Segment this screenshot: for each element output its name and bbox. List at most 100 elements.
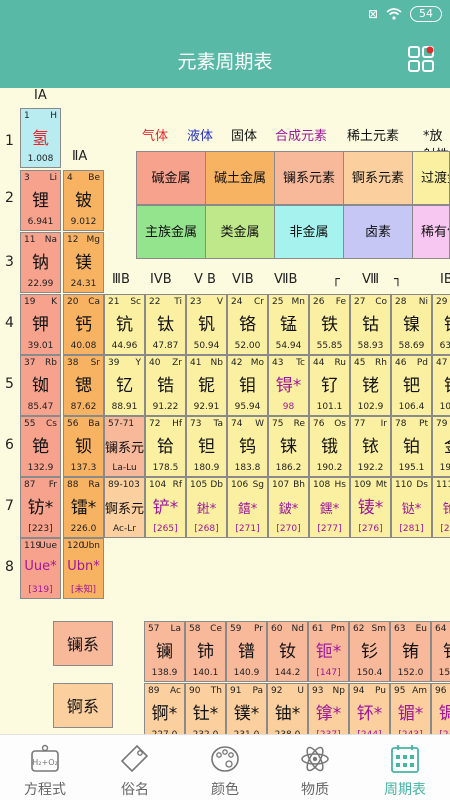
element-cell[interactable]: 45 Rh 铑 102.9 bbox=[350, 355, 391, 416]
element-cell[interactable]: 106 Sg 𨭎* [271] bbox=[227, 477, 268, 538]
element-name: 钐 bbox=[361, 642, 378, 662]
legend-nonmetal[interactable]: 非金属 bbox=[274, 205, 344, 259]
element-cell[interactable]: 24 Cr 铬 52.00 bbox=[227, 294, 268, 355]
element-mass: 87.62 bbox=[70, 402, 97, 412]
element-cell[interactable]: 110 Ds 𫟼* [281] bbox=[391, 477, 432, 538]
legend-actinide[interactable]: 锕系元素 bbox=[343, 151, 413, 205]
element-symbol: Sg bbox=[252, 480, 264, 490]
element-cell[interactable]: 64Gd钆157.3 bbox=[431, 621, 450, 682]
element-name: 铀* bbox=[274, 704, 301, 724]
element-cell[interactable]: 108 Hs 𨭆* [277] bbox=[309, 477, 350, 538]
element-cell[interactable]: 89-103 锕系元 Ac-Lr bbox=[104, 477, 145, 538]
element-cell[interactable]: 59 Pr 镨 140.9 bbox=[226, 621, 267, 682]
element-cell[interactable]: 23 V 钒 50.94 bbox=[186, 294, 227, 355]
element-cell[interactable]: 11 Na 钠 22.99 bbox=[20, 232, 61, 293]
element-name: 钆 bbox=[432, 637, 450, 662]
element-cell[interactable]: 56 Ba 钡 137.3 bbox=[63, 416, 104, 477]
element-cell[interactable]: 26 Fe 铁 55.85 bbox=[309, 294, 350, 355]
legend-halogen[interactable]: 卤素 bbox=[343, 205, 413, 259]
element-number: 4 bbox=[67, 173, 73, 183]
element-cell[interactable]: 37 Rb 铷 85.47 bbox=[20, 355, 61, 416]
element-cell[interactable]: 89Ac锕*227.0 bbox=[144, 683, 185, 734]
element-cell[interactable]: 73 Ta 钽 180.9 bbox=[186, 416, 227, 477]
element-mass: 55.85 bbox=[316, 341, 343, 351]
element-cell[interactable]: 55 Cs 铯 132.9 bbox=[20, 416, 61, 477]
element-cell[interactable]: 88 Ra 镭* 226.0 bbox=[63, 477, 104, 538]
element-cell[interactable]: 62 Sm 钐 150.4 bbox=[349, 621, 390, 682]
element-cell[interactable]: 60 Nd 钕 144.2 bbox=[267, 621, 308, 682]
element-cell[interactable]: 19 K 钾 39.01 bbox=[20, 294, 61, 355]
element-name: 钯 bbox=[403, 376, 420, 396]
element-cell[interactable]: 78 Pt 铂 195.1 bbox=[391, 416, 432, 477]
element-cell[interactable]: 105 Db 𨧀* [268] bbox=[186, 477, 227, 538]
element-cell[interactable]: 4 Be 铍 9.012 bbox=[63, 170, 104, 231]
tab-periodic-table[interactable]: 周期表 bbox=[360, 735, 450, 800]
element-mass: 195.1 bbox=[398, 463, 425, 473]
periodic-table[interactable]: 1 2 3 4 5 6 7 8 IA ⅡA ⅢB IVB V B VIB ⅦB … bbox=[0, 88, 450, 734]
element-cell[interactable]: 111Rg𬬭*[280] bbox=[432, 477, 450, 538]
element-cell[interactable]: 12 Mg 镁 24.31 bbox=[63, 232, 104, 293]
element-cell[interactable]: 63 Eu 铕 152.0 bbox=[390, 621, 431, 682]
element-cell[interactable]: 109 Mt 鿏* [276] bbox=[350, 477, 391, 538]
element-cell[interactable]: 3 Li 锂 6.941 bbox=[20, 170, 61, 231]
element-cell[interactable]: 28 Ni 镍 58.69 bbox=[391, 294, 432, 355]
tab-equation[interactable]: H₂+O₂ 方程式 bbox=[0, 735, 90, 800]
tab-color[interactable]: 颜色 bbox=[180, 735, 270, 800]
element-cell[interactable]: 75 Re 铼 186.2 bbox=[268, 416, 309, 477]
legend-alkali-metal[interactable]: 碱金属 bbox=[136, 151, 206, 205]
tab-common-name[interactable]: 俗名 bbox=[90, 735, 180, 800]
element-cell[interactable]: 87 Fr 钫* [223] bbox=[20, 477, 61, 538]
legend-metalloid[interactable]: 类金属 bbox=[205, 205, 275, 259]
element-cell[interactable]: 77 Ir 铱 192.2 bbox=[350, 416, 391, 477]
element-cell[interactable]: 104 Rf 铲* [265] bbox=[145, 477, 186, 538]
element-cell[interactable]: 43 Tc 锝* 98 bbox=[268, 355, 309, 416]
element-cell[interactable]: 21 Sc 钪 44.96 bbox=[104, 294, 145, 355]
legend-alkaline-earth[interactable]: 碱土金属 bbox=[205, 151, 275, 205]
element-cell[interactable]: 57 La 镧 138.9 bbox=[144, 621, 185, 682]
element-cell[interactable]: 27 Co 钴 58.93 bbox=[350, 294, 391, 355]
element-cell[interactable]: 72 Hf 铪 178.5 bbox=[145, 416, 186, 477]
element-cell[interactable]: 61 Pm 钷* [147] bbox=[308, 621, 349, 682]
element-cell[interactable]: 94Pu钚*[244] bbox=[349, 683, 390, 734]
element-name: 铜 bbox=[433, 310, 450, 335]
element-cell[interactable]: 47Ag银107.9 bbox=[432, 355, 450, 416]
element-symbol: Tc bbox=[296, 358, 305, 368]
tab-substance[interactable]: 物质 bbox=[270, 735, 360, 800]
element-cell[interactable]: 22 Ti 钛 47.87 bbox=[145, 294, 186, 355]
element-number: 25 bbox=[272, 297, 284, 307]
calendar-grid-icon bbox=[391, 745, 419, 773]
element-cell[interactable]: 107 Bh 𨨏* [270] bbox=[268, 477, 309, 538]
element-cell[interactable]: 90Th钍*232.0 bbox=[185, 683, 226, 734]
element-cell[interactable]: 44 Ru 钌 101.1 bbox=[309, 355, 350, 416]
legend-noble-gas[interactable]: 稀有气体 bbox=[412, 205, 450, 259]
element-cell[interactable]: 46 Pd 钯 106.4 bbox=[391, 355, 432, 416]
element-symbol: Ba bbox=[88, 419, 100, 429]
element-cell[interactable]: 39 Y 钇 88.91 bbox=[104, 355, 145, 416]
element-cell[interactable]: 38 Sr 锶 87.62 bbox=[63, 355, 104, 416]
element-cell[interactable]: 40 Zr 锆 91.22 bbox=[145, 355, 186, 416]
element-cell[interactable]: 96Cm锔*[247] bbox=[431, 683, 450, 734]
element-cell[interactable]: 41 Nb 铌 92.91 bbox=[186, 355, 227, 416]
element-cell[interactable]: 93Np镎*[237] bbox=[308, 683, 349, 734]
element-cell[interactable]: 20 Ca 钙 40.08 bbox=[63, 294, 104, 355]
element-cell[interactable]: 92U铀*238.0 bbox=[267, 683, 308, 734]
element-cell[interactable]: 58 Ce 铈 140.1 bbox=[185, 621, 226, 682]
element-cell[interactable]: 91Pa镤*231.0 bbox=[226, 683, 267, 734]
element-cell[interactable]: 1 H 氢 1.008 bbox=[20, 108, 61, 168]
legend-main-group-metal[interactable]: 主族金属 bbox=[136, 205, 206, 259]
group-label-ib: IB bbox=[440, 272, 450, 287]
legend-lanthanide[interactable]: 镧系元素 bbox=[274, 151, 344, 205]
element-cell[interactable]: 79Au金197.0 bbox=[432, 416, 450, 477]
element-cell[interactable]: 76 Os 锇 190.2 bbox=[309, 416, 350, 477]
element-cell[interactable]: 119 Uue Uue* [319] bbox=[20, 538, 61, 599]
legend-transition-metal[interactable]: 过渡金属 bbox=[412, 151, 450, 205]
element-cell[interactable]: 25 Mn 锰 54.94 bbox=[268, 294, 309, 355]
element-cell[interactable]: 29Cu铜63.55 bbox=[432, 294, 450, 355]
legend-rare-earth: 稀土元素 bbox=[347, 129, 400, 144]
grid-menu-icon[interactable] bbox=[408, 46, 434, 72]
element-cell[interactable]: 74 W 钨 183.8 bbox=[227, 416, 268, 477]
element-cell[interactable]: 57-71 镧系元 La-Lu bbox=[104, 416, 145, 477]
element-cell[interactable]: 120 Ubn Ubn* [未知] bbox=[63, 538, 104, 599]
element-cell[interactable]: 42 Mo 钼 95.94 bbox=[227, 355, 268, 416]
element-cell[interactable]: 95Am镅*[243] bbox=[390, 683, 431, 734]
